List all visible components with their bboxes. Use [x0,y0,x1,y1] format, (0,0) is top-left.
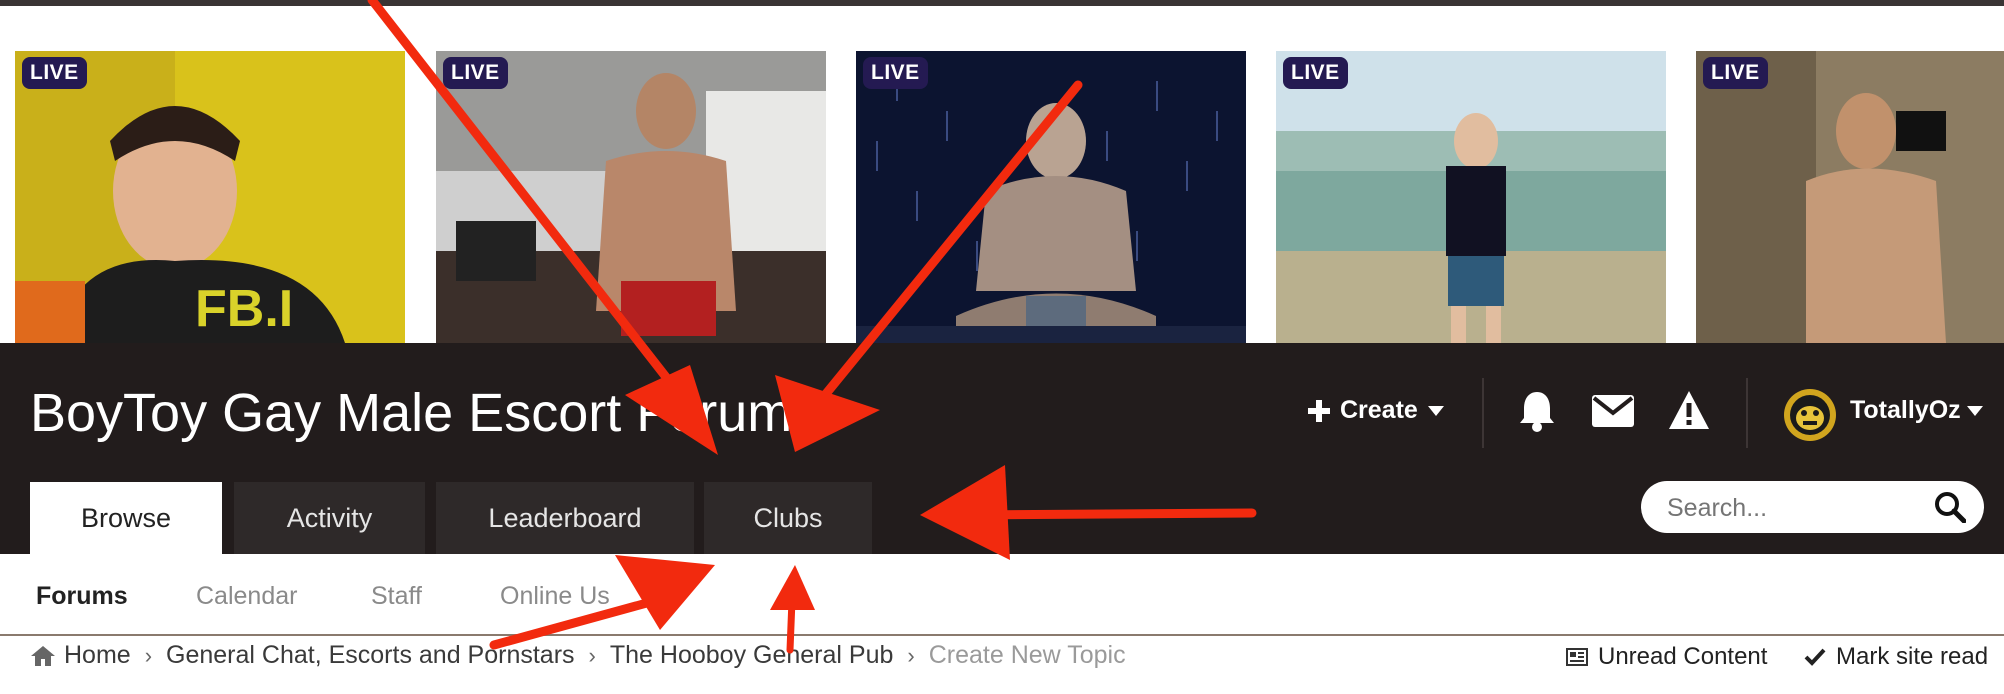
chevron-right-icon: › [144,642,153,668]
live-badge: LIVE [22,57,87,89]
subnav-staff[interactable]: Staff [371,582,422,611]
chevron-right-icon: › [588,642,596,668]
breadcrumb: Home › General Chat, Escorts and Pornsta… [30,641,1126,670]
create-button[interactable]: Create [1308,396,1444,425]
cam-image: FB.I [15,51,405,343]
subnav-forums[interactable]: Forums [36,582,128,611]
subnav-calendar[interactable]: Calendar [196,582,297,611]
header-divider [1746,378,1748,448]
banner-top-border [0,0,2004,6]
newspaper-icon [1566,648,1588,666]
create-label: Create [1340,396,1418,424]
warning-icon[interactable] [1668,390,1710,430]
live-badge: LIVE [863,57,928,89]
subnav-online-users[interactable]: Online Us [500,582,610,611]
site-title[interactable]: BoyToy Gay Male Escort Forum [30,382,792,444]
home-icon [31,645,55,666]
cam-image [1696,51,2004,343]
live-badge: LIVE [1703,57,1768,89]
unread-content-label: Unread Content [1598,643,1768,670]
mark-site-read-link[interactable]: Mark site read [1804,643,1988,671]
search-input[interactable] [1665,491,1919,525]
live-cam-thumbnail[interactable]: FB.I LIVE [15,51,405,343]
plus-icon [1308,399,1330,422]
tab-clubs[interactable]: Clubs [704,482,872,554]
tab-leaderboard[interactable]: Leaderboard [436,482,694,554]
breadcrumb-general-chat[interactable]: General Chat, Escorts and Pornstars [166,641,575,670]
tab-browse[interactable]: Browse [30,482,222,554]
caret-down-icon [1427,405,1444,416]
username: TotallyOz [1850,396,1961,424]
chevron-right-icon: › [907,642,915,668]
mail-icon[interactable] [1592,395,1634,427]
breadcrumb-current: Create New Topic [928,641,1126,669]
username-menu[interactable]: TotallyOz [1850,396,1983,425]
live-cam-thumbnail[interactable]: LIVE [856,51,1246,343]
cam-image [436,51,826,343]
search-icon[interactable] [1934,491,1966,523]
cam-image [1276,51,1666,343]
breadcrumb-home[interactable]: Home [64,641,131,670]
live-cams-banner: FB.I LIVE LIVE LIVE LIVE LIVE [0,0,2004,343]
live-badge: LIVE [1283,57,1348,89]
svg-text:FB.I: FB.I [195,280,293,338]
live-cam-thumbnail[interactable]: LIVE [436,51,826,343]
live-cam-thumbnail[interactable]: LIVE [1276,51,1666,343]
live-badge: LIVE [443,57,508,89]
user-avatar[interactable] [1783,388,1837,442]
unread-content-link[interactable]: Unread Content [1566,643,1767,671]
subnav-divider [0,634,2004,636]
live-cam-thumbnail[interactable]: LIVE [1696,51,2004,343]
checkmark-icon [1804,648,1826,666]
breadcrumb-hooboy-pub[interactable]: The Hooboy General Pub [610,641,894,670]
bell-icon[interactable] [1518,390,1556,432]
mark-site-read-label: Mark site read [1836,643,1989,670]
cam-image [856,51,1246,343]
search-box [1641,481,1984,533]
caret-down-icon [1966,405,1983,416]
header-divider [1482,378,1484,448]
tab-activity[interactable]: Activity [234,482,425,554]
